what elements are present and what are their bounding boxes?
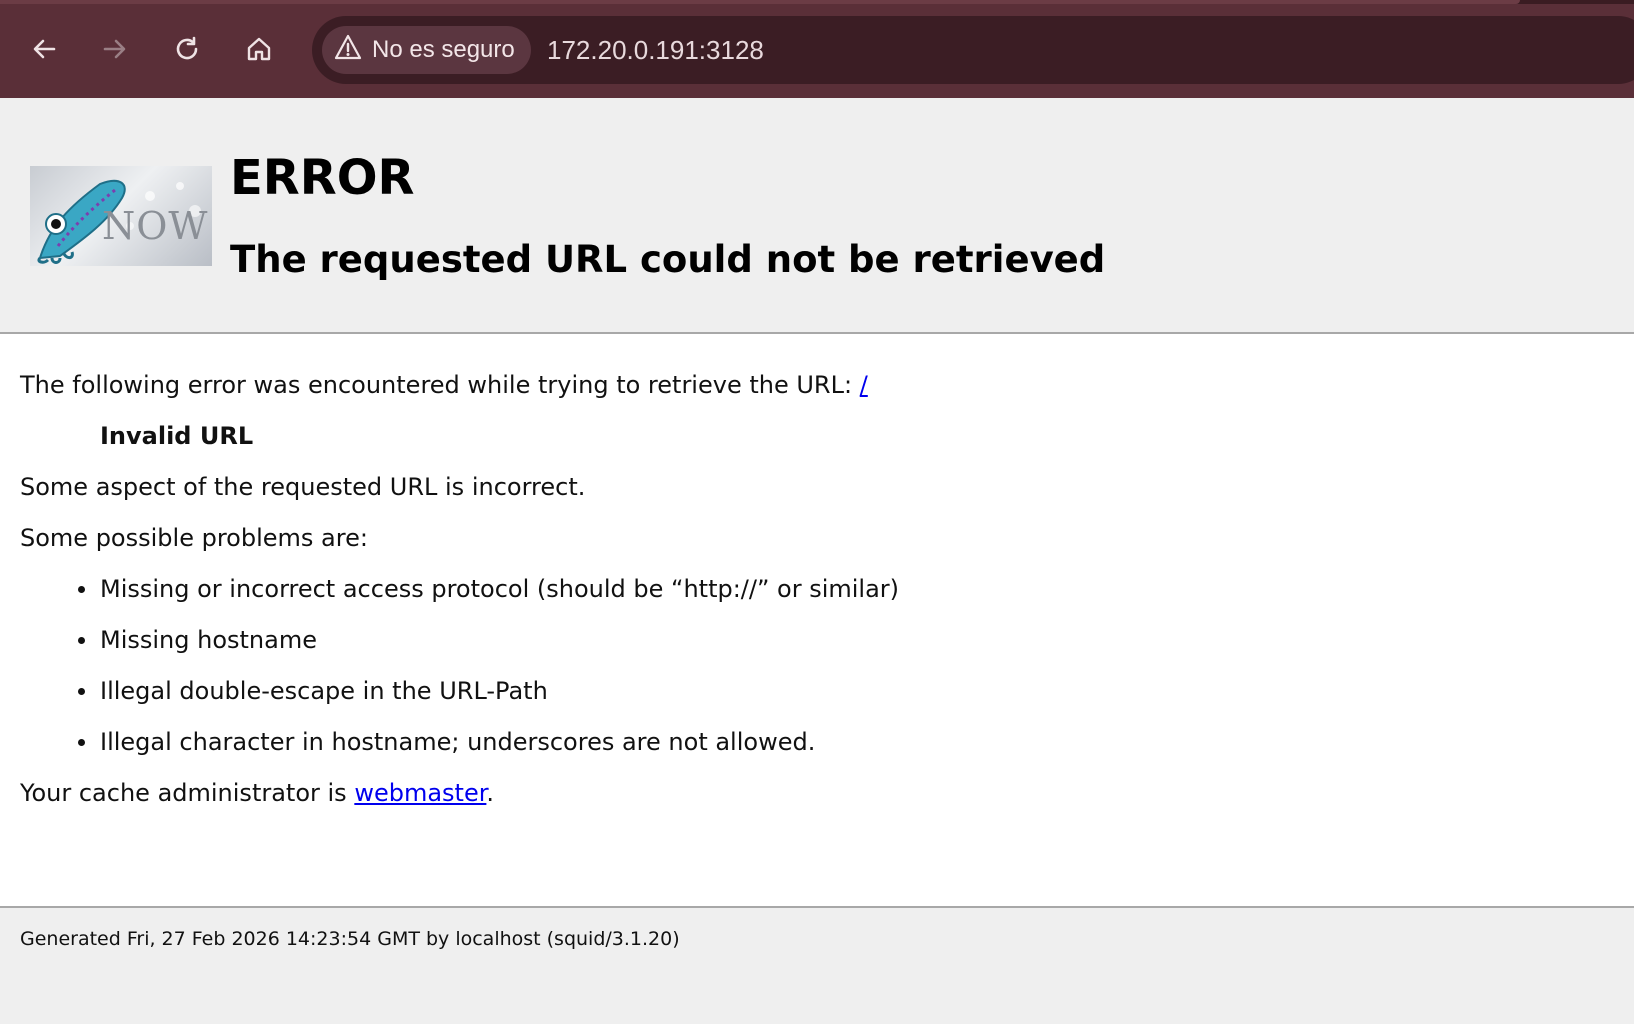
tab-strip-edge xyxy=(0,0,1634,4)
intro-text: The following error was encountered whil… xyxy=(20,371,868,399)
generated-info: Generated Fri, 27 Feb 2026 14:23:54 GMT … xyxy=(20,928,680,950)
requested-url-link[interactable]: / xyxy=(860,371,868,399)
admin-text: Your cache administrator is webmaster. xyxy=(20,779,495,807)
home-icon xyxy=(245,35,273,63)
forward-arrow-icon xyxy=(101,35,129,63)
home-button[interactable] xyxy=(237,27,281,71)
security-label: No es seguro xyxy=(372,36,515,63)
address-bar[interactable]: No es seguro 172.20.0.191:3128 xyxy=(312,16,1634,84)
squid-logo: NOW xyxy=(30,166,212,266)
warning-triangle-icon xyxy=(334,34,362,67)
page-footer: Generated Fri, 27 Feb 2026 14:23:54 GMT … xyxy=(0,908,1634,1024)
page-subtitle: The requested URL could not be retrieved xyxy=(230,238,1106,281)
list-item: Missing or incorrect access protocol (sh… xyxy=(77,575,900,603)
list-item: Illegal character in hostname; underscor… xyxy=(77,728,816,756)
back-button[interactable] xyxy=(22,27,66,71)
logo-text: NOW xyxy=(102,204,209,248)
problems-heading: Some possible problems are: xyxy=(20,524,368,552)
error-description: Some aspect of the requested URL is inco… xyxy=(20,473,586,501)
back-arrow-icon xyxy=(30,35,58,63)
list-item: Illegal double-escape in the URL-Path xyxy=(78,677,548,705)
page-header: NOW ERROR The requested URL could not be… xyxy=(0,98,1634,334)
error-name: Invalid URL xyxy=(100,422,254,450)
list-item: Missing hostname xyxy=(78,626,317,654)
error-content: The following error was encountered whil… xyxy=(0,334,1634,908)
reload-button[interactable] xyxy=(165,27,209,71)
page-title: ERROR xyxy=(230,150,415,206)
security-indicator[interactable]: No es seguro xyxy=(322,26,531,74)
forward-button[interactable] xyxy=(93,27,137,71)
reload-icon xyxy=(173,35,201,63)
webmaster-link[interactable]: webmaster xyxy=(354,779,486,807)
url-text[interactable]: 172.20.0.191:3128 xyxy=(547,34,764,66)
browser-toolbar: No es seguro 172.20.0.191:3128 xyxy=(0,0,1634,98)
